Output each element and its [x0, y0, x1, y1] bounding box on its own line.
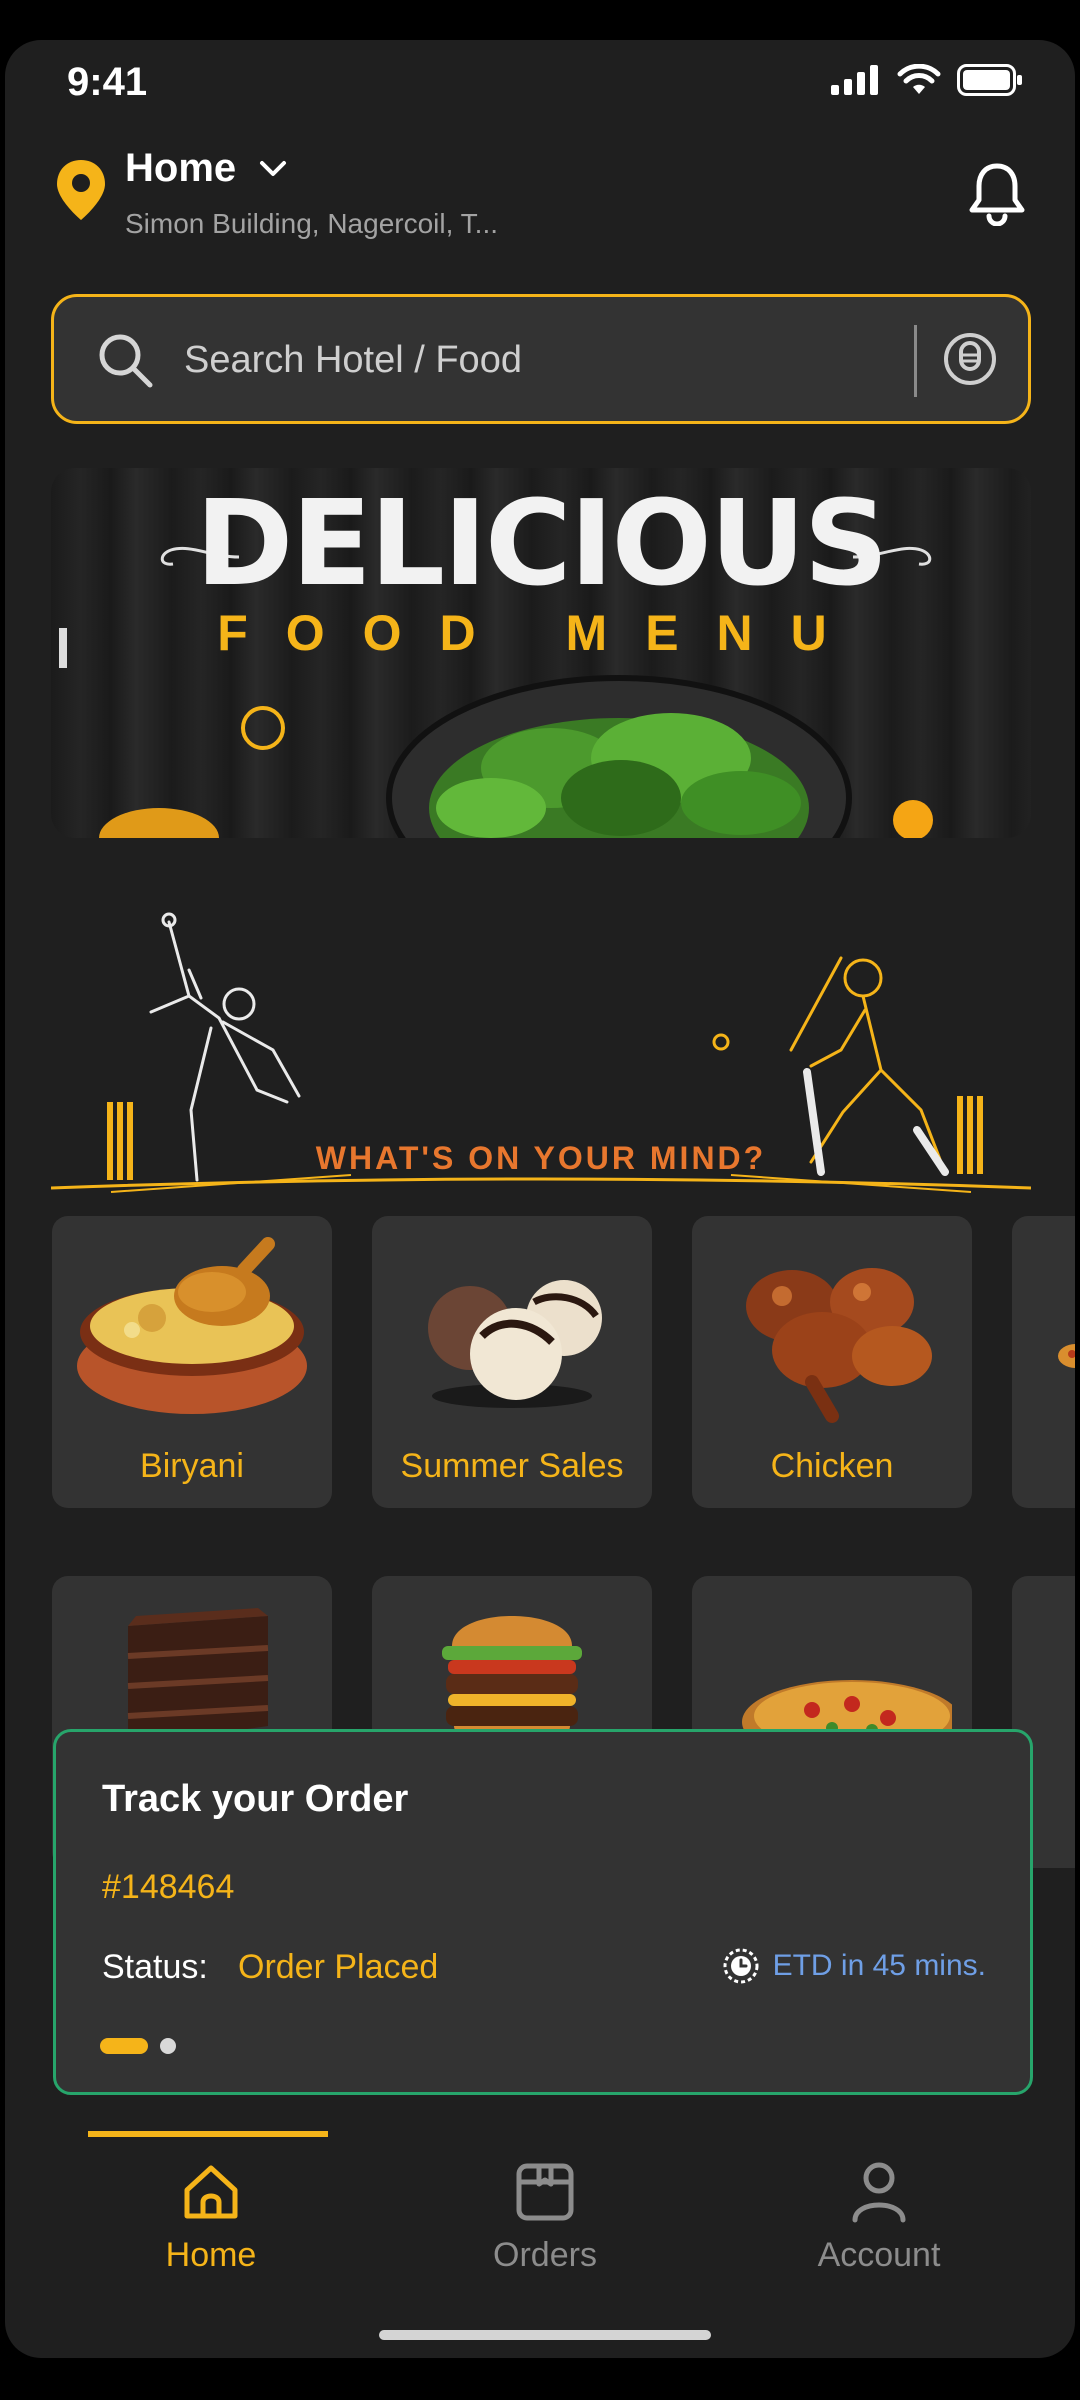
banner-title: DELICIOUS [195, 474, 888, 612]
nav-item-orders[interactable]: Orders [395, 2160, 695, 2275]
mic-icon[interactable] [941, 331, 999, 393]
ice-cream-image [428, 1280, 602, 1408]
chevron-down-icon [260, 160, 287, 176]
location-title: Home [125, 146, 237, 190]
category-card-chicken[interactable]: Chicken [692, 1216, 972, 1508]
account-icon [852, 2162, 906, 2223]
cricket-illustration: WHAT'S ON YOUR MIND? [50, 900, 1032, 1210]
section-heading: WHAT'S ON YOUR MIND? [315, 1140, 767, 1176]
nav-active-indicator [88, 2131, 328, 2137]
home-indicator[interactable] [379, 2330, 711, 2340]
wifi-icon [897, 64, 941, 94]
order-id: #148464 [102, 1868, 235, 1906]
track-title: Track your Order [102, 1778, 409, 1820]
orders-icon [516, 2163, 574, 2221]
category-label: Chicken [770, 1447, 894, 1485]
nav-item-account[interactable]: Account [729, 2160, 1029, 2275]
location-address: Simon Building, Nagercoil, T... [125, 208, 498, 239]
banner-subtitle: FOOD MENU [217, 605, 865, 661]
nav-label: Home [165, 2236, 257, 2274]
promo-banner[interactable]: DELICIOUS FOOD MENU [51, 468, 1031, 838]
search-input[interactable] [184, 327, 944, 393]
app-screen: 9:41 Home Simon Building, Nagercoil, T..… [5, 40, 1075, 2358]
track-order-card[interactable]: Track your Order #148464 Status: Order P… [53, 1729, 1033, 2095]
location-selector[interactable]: Home [125, 146, 288, 191]
location-pin-icon [57, 160, 105, 220]
etd: ETD in 45 mins. [721, 1946, 986, 1986]
category-label: Biryani [140, 1447, 244, 1485]
search-divider [914, 325, 917, 397]
battery-icon [957, 64, 1022, 96]
status-label: Status: [102, 1948, 208, 1986]
etd-text: ETD in 45 mins. [772, 1949, 986, 1982]
nav-label: Account [817, 2236, 941, 2274]
carousel-dots[interactable] [100, 2038, 176, 2054]
carousel-dot-active[interactable] [100, 2038, 148, 2054]
carousel-dot[interactable] [160, 2038, 176, 2054]
nav-item-home[interactable]: Home [61, 2160, 361, 2275]
status-value: Order Placed [238, 1948, 439, 1986]
chicken-image [746, 1268, 932, 1423]
category-card-biryani[interactable]: Biryani [52, 1216, 332, 1508]
biryani-image [77, 1237, 307, 1414]
status-icons [831, 64, 1023, 96]
nav-label: Orders [493, 2236, 597, 2274]
clock-icon [723, 1948, 759, 1984]
status-bar: 9:41 [5, 40, 1075, 120]
bell-icon[interactable] [967, 158, 1027, 226]
category-card-summer-sales[interactable]: Summer Sales [372, 1216, 652, 1508]
category-card-partial[interactable] [1012, 1216, 1075, 1508]
home-icon [184, 2165, 238, 2219]
signal-icon [831, 65, 878, 95]
status-time: 9:41 [67, 60, 148, 104]
food-image [1058, 1344, 1075, 1368]
search-icon [99, 334, 153, 388]
search-bar[interactable] [51, 294, 1031, 424]
category-label: Summer Sales [400, 1447, 624, 1485]
